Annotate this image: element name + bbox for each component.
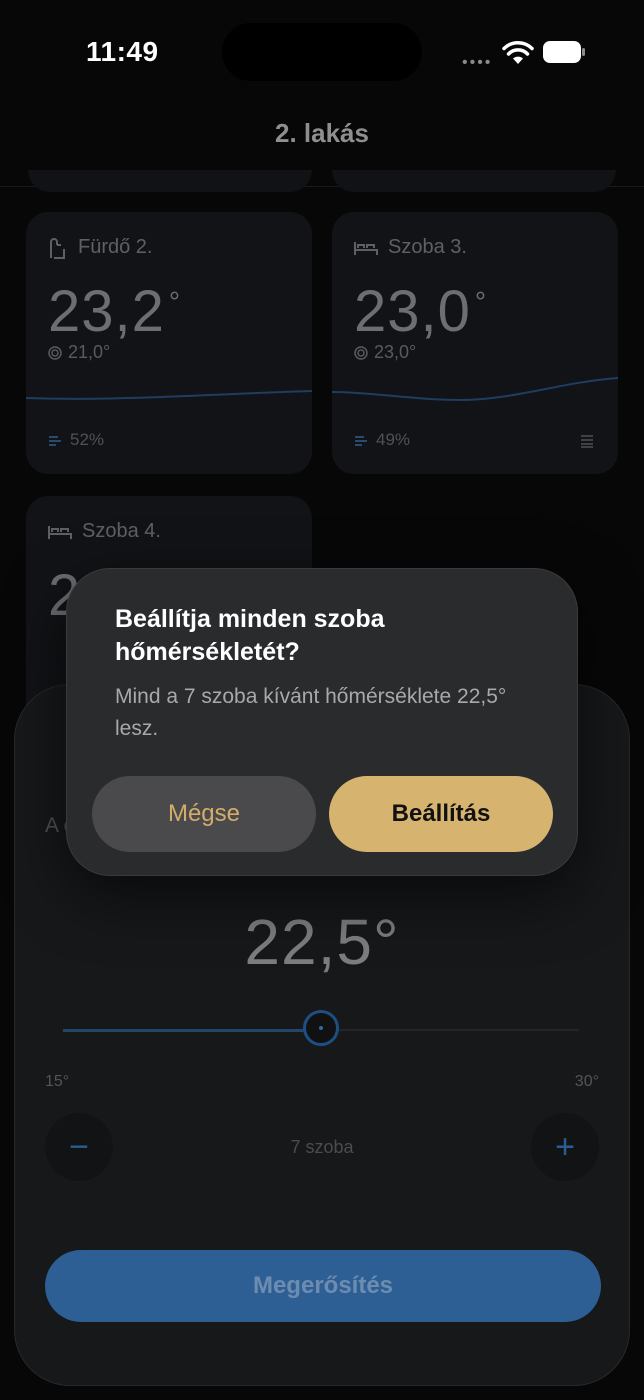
cancel-button[interactable]: Mégse: [92, 776, 316, 852]
page-title: 2. lakás: [275, 118, 369, 148]
room-humidity: 49%: [376, 430, 411, 449]
room-temperature: 23,2 °: [48, 279, 182, 344]
slider-min-label: 15°: [45, 1073, 70, 1090]
room-target-temperature: 23,0°: [374, 342, 417, 362]
humidity-icon: [49, 436, 61, 446]
temperature-sparkline: [26, 390, 312, 400]
dynamic-island: [222, 23, 422, 81]
room-card-szoba-3[interactable]: Szoba 3. 23,0 ° 23,0° 49%: [332, 212, 618, 474]
confirm-button[interactable]: Megerősítés: [45, 1250, 601, 1322]
target-temperature-value: 22,5°: [244, 906, 400, 978]
room-card-peek: [28, 170, 312, 192]
slider-max-label: 30°: [574, 1073, 599, 1090]
room-card-peek: [332, 170, 616, 192]
room-card-furdo-2[interactable]: Fürdő 2. 23,2 ° 21,0° 52%: [26, 212, 312, 474]
room-name: Szoba 4.: [82, 520, 161, 542]
set-button[interactable]: Beállítás: [329, 776, 553, 852]
confirmation-dialog: Beállítja minden szoba hőmérsékletét? Mi…: [66, 568, 578, 876]
humidity-icon: [355, 436, 367, 446]
bed-icon: [354, 241, 378, 255]
dialog-message: Mind a 7 szoba kívánt hőmérséklete 22,5°…: [115, 685, 507, 740]
bed-icon: [48, 525, 72, 539]
slider-thumb[interactable]: [303, 1010, 339, 1046]
temperature-slider[interactable]: [63, 1010, 579, 1046]
room-name: Szoba 3.: [388, 236, 467, 258]
room-target-temperature: 21,0°: [68, 342, 111, 362]
slider-fill: [63, 1029, 321, 1032]
status-time: 11:49: [86, 36, 159, 67]
increase-button[interactable]: +: [531, 1113, 599, 1181]
target-icon: [48, 345, 62, 360]
status-bar: 11:49 ••••: [0, 0, 644, 100]
list-icon: [581, 435, 593, 448]
temperature-sparkline: [332, 377, 618, 402]
battery-icon: [543, 41, 585, 63]
cellular-signal-icon: ••••: [462, 54, 493, 71]
wifi-icon: [502, 41, 534, 64]
bathroom-icon: [50, 237, 65, 259]
target-icon: [354, 345, 368, 360]
room-temperature: 23,0 °: [354, 279, 488, 344]
room-humidity: 52%: [70, 430, 105, 449]
dialog-title: Beállítja minden szoba hőmérsékletét?: [115, 605, 385, 666]
room-name: Fürdő 2.: [78, 236, 153, 258]
